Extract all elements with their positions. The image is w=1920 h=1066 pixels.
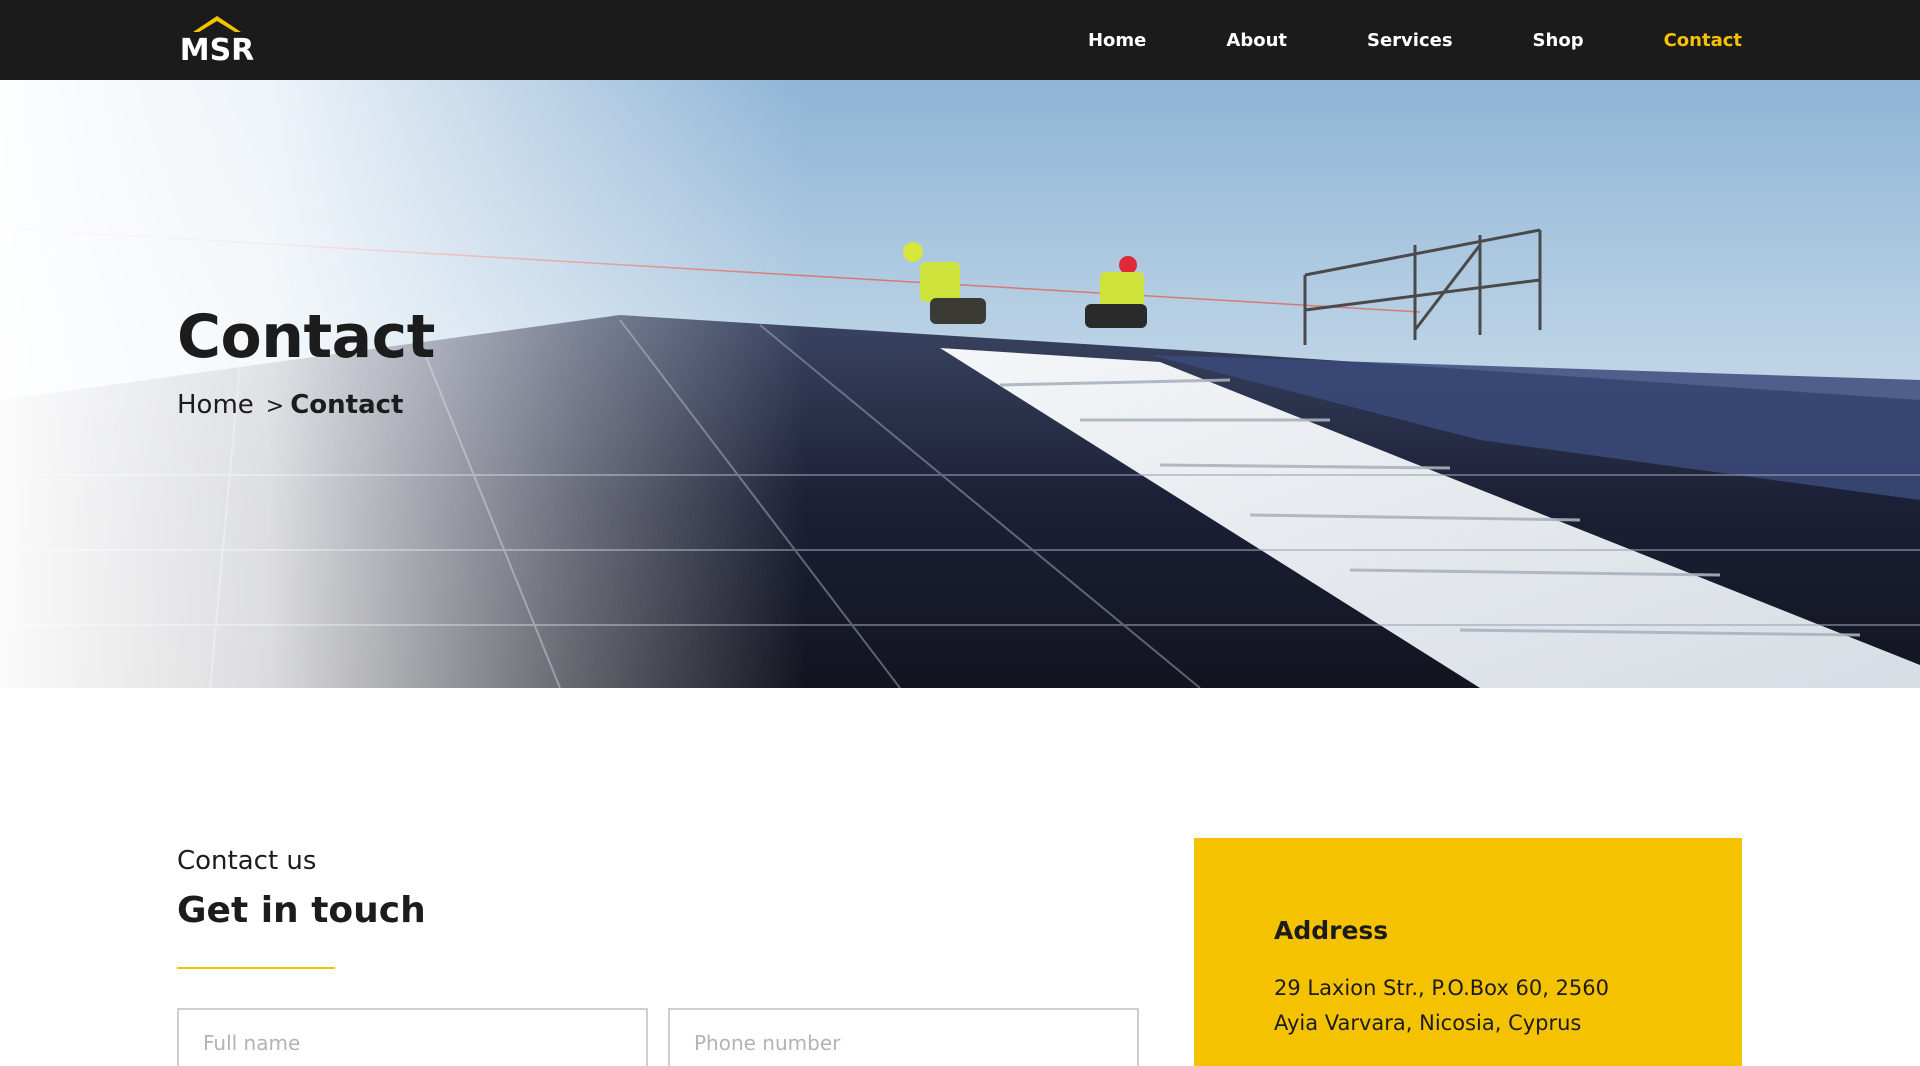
- address-info-card: Address 29 Laxion Str., P.O.Box 60, 2560…: [1194, 838, 1742, 1066]
- hero-banner: Contact Home > Contact: [0, 80, 1920, 688]
- nav-shop[interactable]: Shop: [1533, 30, 1584, 51]
- breadcrumb-home-link[interactable]: Home: [177, 390, 254, 420]
- address-heading: Address: [1274, 916, 1389, 945]
- hero-white-fade-overlay: [0, 80, 1920, 688]
- full-name-input[interactable]: [177, 1008, 648, 1066]
- page-title: Contact: [177, 302, 435, 372]
- breadcrumb-current: Contact: [290, 390, 404, 420]
- nav-contact[interactable]: Contact: [1664, 30, 1742, 51]
- nav-services[interactable]: Services: [1367, 30, 1453, 51]
- msr-logo[interactable]: MSR: [177, 14, 257, 68]
- phone-number-input[interactable]: [668, 1008, 1139, 1066]
- main-nav: Home About Services Shop Contact: [1008, 0, 1742, 80]
- top-navigation-bar: MSR Home About Services Shop Contact: [0, 0, 1920, 80]
- breadcrumb: Home > Contact: [177, 390, 404, 420]
- nav-about[interactable]: About: [1226, 30, 1287, 51]
- nav-home[interactable]: Home: [1088, 30, 1146, 51]
- section-eyebrow: Contact us: [177, 846, 317, 876]
- title-underline-divider: [177, 967, 335, 969]
- breadcrumb-separator: >: [265, 394, 285, 419]
- section-title: Get in touch: [177, 890, 426, 931]
- address-line-2: Ayia Varvara, Nicosia, Cyprus: [1274, 1011, 1582, 1035]
- address-line-1: 29 Laxion Str., P.O.Box 60, 2560: [1274, 976, 1610, 1000]
- logo-text: MSR: [179, 33, 255, 68]
